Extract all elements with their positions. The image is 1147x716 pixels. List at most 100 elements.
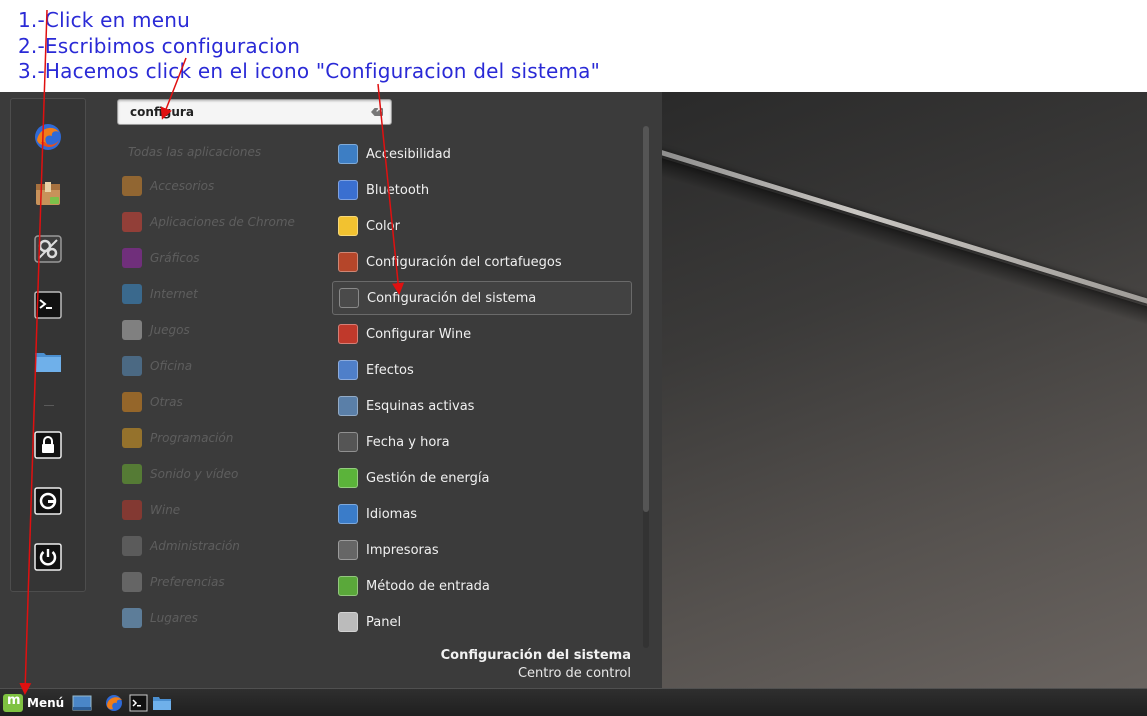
app-label: Gestión de energía bbox=[366, 470, 490, 486]
app-item[interactable]: Esquinas activas bbox=[332, 389, 632, 423]
category-item[interactable]: Oficina bbox=[122, 354, 312, 378]
app-item[interactable]: Configuración del cortafuegos bbox=[332, 245, 632, 279]
desktop-wallpaper bbox=[662, 92, 1147, 688]
app-label: Fecha y hora bbox=[366, 434, 450, 450]
power-icon[interactable] bbox=[33, 542, 63, 572]
category-item[interactable]: Lugares bbox=[122, 606, 312, 630]
category-item[interactable]: Programación bbox=[122, 426, 312, 450]
app-label: Accesibilidad bbox=[366, 146, 451, 162]
app-item[interactable]: Configurar Wine bbox=[332, 317, 632, 351]
bluetooth-icon bbox=[338, 180, 358, 200]
app-item[interactable]: Panel bbox=[332, 605, 632, 639]
category-all-applications[interactable]: Todas las aplicaciones bbox=[128, 145, 261, 159]
annotation-header: 1.-Click en menu 2.-Escribimos configura… bbox=[0, 0, 1147, 92]
app-label: Efectos bbox=[366, 362, 414, 378]
app-item[interactable]: Color bbox=[332, 209, 632, 243]
app-item[interactable]: Efectos bbox=[332, 353, 632, 387]
color-icon bbox=[338, 216, 358, 236]
terminal-icon[interactable] bbox=[129, 694, 149, 712]
effects-icon bbox=[338, 360, 358, 380]
app-item[interactable]: Gestión de energía bbox=[332, 461, 632, 495]
firefox-icon[interactable] bbox=[33, 122, 63, 152]
app-item[interactable]: Fecha y hora bbox=[332, 425, 632, 459]
app-item[interactable]: Accesibilidad bbox=[332, 137, 632, 171]
category-label: Juegos bbox=[150, 323, 190, 337]
firewall-icon bbox=[338, 252, 358, 272]
app-label: Esquinas activas bbox=[366, 398, 475, 414]
selected-app-title: Configuración del sistema bbox=[440, 648, 631, 663]
category-item[interactable]: Accesorios bbox=[122, 174, 312, 198]
app-item[interactable]: Bluetooth bbox=[332, 173, 632, 207]
favorites-sidebar bbox=[10, 98, 86, 592]
panel-icon bbox=[338, 612, 358, 632]
preferences-icon bbox=[122, 572, 142, 592]
administration-icon bbox=[122, 536, 142, 556]
apps-scrollbar[interactable] bbox=[643, 126, 649, 648]
category-item[interactable]: Gráficos bbox=[122, 246, 312, 270]
mint-logo-icon bbox=[3, 693, 23, 712]
accessories-icon bbox=[122, 176, 142, 196]
terminal-icon[interactable] bbox=[33, 290, 63, 320]
category-item[interactable]: Sonido y vídeo bbox=[122, 462, 312, 486]
date-time-icon bbox=[338, 432, 358, 452]
category-label: Wine bbox=[150, 503, 181, 517]
app-label: Panel bbox=[366, 614, 402, 630]
system-settings-icon bbox=[339, 288, 359, 308]
printers-icon bbox=[338, 540, 358, 560]
folder-icon[interactable] bbox=[152, 694, 172, 712]
category-item[interactable]: Otras bbox=[122, 390, 312, 414]
folder-icon[interactable] bbox=[33, 346, 63, 376]
category-label: Internet bbox=[150, 287, 198, 301]
category-item[interactable]: Preferencias bbox=[122, 570, 312, 594]
app-item[interactable]: Idiomas bbox=[332, 497, 632, 531]
apps-scrollbar-thumb[interactable] bbox=[643, 126, 649, 512]
category-label: Oficina bbox=[150, 359, 193, 373]
application-menu: Todas las aplicaciones Accesorios Aplicac… bbox=[0, 92, 662, 688]
app-label: Idiomas bbox=[366, 506, 418, 522]
category-label: Otras bbox=[150, 395, 183, 409]
power-management-icon bbox=[338, 468, 358, 488]
app-label: Configuración del cortafuegos bbox=[366, 254, 562, 270]
office-icon bbox=[122, 356, 142, 376]
system-settings-icon[interactable] bbox=[33, 234, 63, 264]
menu-button[interactable]: Menú bbox=[3, 693, 64, 713]
search-box[interactable] bbox=[117, 99, 392, 125]
category-label: Lugares bbox=[150, 611, 198, 625]
category-item[interactable]: Administración bbox=[122, 534, 312, 558]
category-label: Preferencias bbox=[150, 575, 225, 589]
places-icon bbox=[122, 608, 142, 628]
firefox-icon[interactable] bbox=[104, 694, 124, 712]
app-label: Configuración del sistema bbox=[367, 290, 537, 306]
category-label: Programación bbox=[150, 431, 234, 445]
menu-button-label: Menú bbox=[27, 696, 65, 710]
category-label: Administración bbox=[150, 539, 240, 553]
selected-app-description: Centro de control bbox=[517, 666, 631, 681]
chrome-icon bbox=[122, 212, 142, 232]
app-label: Método de entrada bbox=[366, 578, 490, 594]
app-label: Color bbox=[366, 218, 400, 234]
category-item[interactable]: Aplicaciones de Chrome bbox=[122, 210, 312, 234]
logout-icon[interactable] bbox=[33, 486, 63, 516]
lock-screen-icon[interactable] bbox=[33, 430, 63, 460]
category-item[interactable]: Juegos bbox=[122, 318, 312, 342]
sound-video-icon bbox=[122, 464, 142, 484]
show-desktop-icon[interactable] bbox=[72, 694, 92, 712]
category-item[interactable]: Internet bbox=[122, 282, 312, 306]
clear-search-icon[interactable] bbox=[371, 108, 383, 116]
app-item[interactable]: Método de entrada bbox=[332, 569, 632, 603]
favorites-separator bbox=[44, 405, 54, 406]
category-label: Aplicaciones de Chrome bbox=[150, 215, 295, 229]
category-item[interactable]: Wine bbox=[122, 498, 312, 522]
internet-icon bbox=[122, 284, 142, 304]
app-item[interactable]: Impresoras bbox=[332, 533, 632, 567]
app-item[interactable]: Configuración del sistema bbox=[332, 281, 632, 315]
app-label: Bluetooth bbox=[366, 182, 430, 198]
hot-corners-icon bbox=[338, 396, 358, 416]
input-method-icon bbox=[338, 576, 358, 596]
package-icon[interactable] bbox=[33, 178, 63, 208]
graphics-icon bbox=[122, 248, 142, 268]
annotation-step-3: 3.-Hacemos click en el icono "Configurac… bbox=[18, 59, 600, 83]
search-input[interactable] bbox=[130, 103, 360, 120]
app-label: Configurar Wine bbox=[366, 326, 472, 342]
games-icon bbox=[122, 320, 142, 340]
